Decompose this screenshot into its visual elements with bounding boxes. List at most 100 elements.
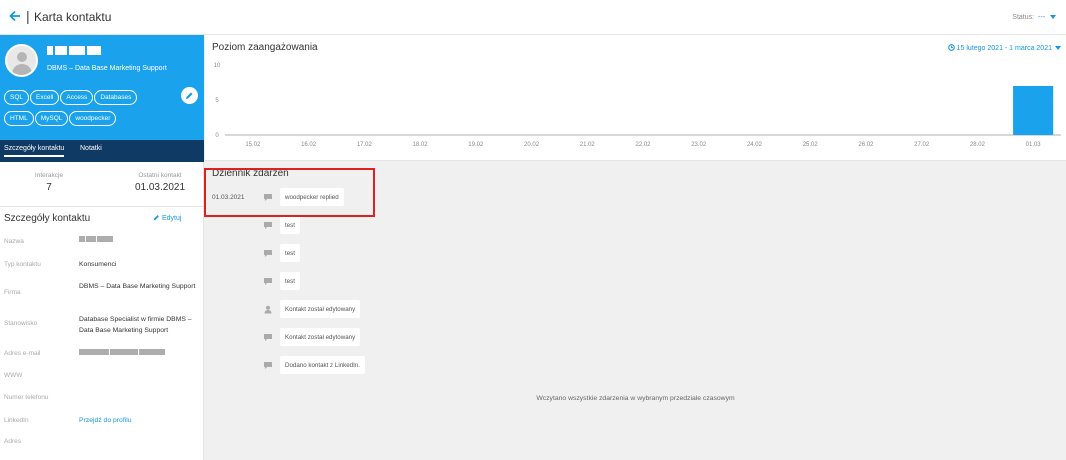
contact-name-redacted <box>47 46 107 56</box>
tab-notes[interactable]: Notatki <box>80 145 102 152</box>
page-title: Karta kontaktu <box>34 10 112 24</box>
detail-key: Nazwa <box>4 238 24 245</box>
comment-icon <box>264 222 272 229</box>
x-tick-label: 01.03 <box>1026 142 1042 148</box>
title-separator: | <box>26 8 30 24</box>
x-tick-label: 22.02 <box>635 142 651 148</box>
detail-key: Adres e-mail <box>4 350 41 357</box>
detail-value: DBMS – Data Base Marketing Support <box>79 283 196 290</box>
chart-title: Poziom zaangażowania <box>212 42 318 53</box>
tag: Databases <box>94 90 138 105</box>
x-tick-label: 20.02 <box>524 142 540 148</box>
date-range-label: 15 lutego 2021 - 1 marca 2021 <box>956 45 1052 52</box>
detail-key: Typ kontaktu <box>4 261 41 268</box>
engagement-chart: 0 5 10 15.02 16.02 17.02 18.02 19.02 20.02 21.02 2… <box>214 63 1061 148</box>
avatar-head <box>17 52 27 62</box>
user-icon <box>264 305 272 314</box>
last-contact-label: Ostatni kontakt <box>138 172 182 179</box>
detail-key: WWW <box>4 372 23 379</box>
all-events-loaded-message: Wczytano wszystkie zdarzenia w wybranym … <box>536 395 735 402</box>
edit-tags-button[interactable] <box>181 87 198 104</box>
x-tick-label: 28.02 <box>970 142 986 148</box>
event-row: test <box>205 216 605 236</box>
last-contact-value: 01.03.2021 <box>134 182 186 193</box>
event-text: test <box>280 272 300 290</box>
comment-icon <box>264 278 272 285</box>
linkedin-profile-link[interactable]: Przejdź do profilu <box>79 415 201 426</box>
detail-value-redacted <box>79 348 201 359</box>
details-heading: Szczegóły kontaktu <box>4 213 91 224</box>
contact-stats: Interakcje 7 Ostatni kontakt 01.03.2021 <box>0 162 204 207</box>
y-tick-label: 0 <box>215 133 219 139</box>
comment-icon <box>264 250 272 257</box>
back-arrow-icon[interactable] <box>8 9 22 23</box>
y-tick-label: 10 <box>214 63 221 69</box>
tag: MySQL <box>34 111 69 126</box>
contact-company: DBMS – Data Base Marketing Support <box>47 65 167 72</box>
event-row: test <box>205 272 605 292</box>
detail-key: Firma <box>4 289 21 296</box>
detail-value: Konsumenci <box>79 261 117 268</box>
y-tick-label: 5 <box>215 98 219 104</box>
tag: woodpecker <box>69 111 117 126</box>
status-value: --- <box>1038 14 1046 21</box>
x-tick-label: 24.02 <box>747 142 763 148</box>
skill-tags: SQL Excell Access Databases HTML MySQL woodpe… <box>4 90 184 132</box>
x-tick-label: 23.02 <box>691 142 707 148</box>
tag: Access <box>60 90 94 105</box>
x-tick-label: 17.02 <box>357 142 373 148</box>
detail-value: Database Specialist w firmie DBMS – Data… <box>79 316 192 334</box>
x-tick-label: 15.02 <box>245 142 261 148</box>
profile-tabs: Szczegóły kontaktu Notatki <box>0 140 204 162</box>
x-tick-label: 25.02 <box>803 142 819 148</box>
x-tick-label: 19.02 <box>468 142 484 148</box>
event-text: test <box>280 244 300 262</box>
clock-icon <box>947 44 955 51</box>
x-tick-label: 21.02 <box>580 142 596 148</box>
pencil-icon <box>186 92 193 99</box>
highlight-box <box>204 168 375 217</box>
detail-key: LinkedIn <box>4 417 29 424</box>
event-text: Kontakt został edytowany <box>280 328 361 346</box>
comment-icon <box>264 334 272 341</box>
event-row: test <box>205 244 605 264</box>
tag: Excell <box>30 90 60 105</box>
interactions-value: 7 <box>46 182 52 193</box>
chevron-down-icon <box>1055 46 1061 51</box>
interactions-label: Interakcje <box>34 172 64 179</box>
contact-sidebar: DBMS – Data Base Marketing Support SQL Ex… <box>0 35 204 460</box>
chart-bar[interactable] <box>1013 86 1054 135</box>
event-text: Dodano kontakt z LinkedIn. <box>280 356 365 374</box>
date-range-picker[interactable]: 15 lutego 2021 - 1 marca 2021 <box>947 44 1061 52</box>
tab-contact-details[interactable]: Szczegóły kontaktu <box>4 145 65 157</box>
event-row: Kontakt został edytowany <box>205 328 605 348</box>
status-label: Status: <box>1012 14 1035 21</box>
detail-key: Numer telefonu <box>4 394 49 401</box>
engagement-chart-panel: Poziom zaangażowania 15 lutego 2021 - 1 … <box>205 35 1066 161</box>
tag: HTML <box>4 111 34 126</box>
x-tick-label: 27.02 <box>914 142 930 148</box>
x-tick-label: 16.02 <box>301 142 317 148</box>
status-dropdown[interactable]: Status: --- <box>1012 14 1056 21</box>
detail-value-redacted <box>79 235 201 246</box>
event-row: Kontakt został edytowany <box>205 300 605 320</box>
detail-key: Adres <box>4 438 21 445</box>
event-row: Dodano kontakt z LinkedIn. <box>205 356 605 376</box>
top-header: | Karta kontaktu Status: --- <box>0 0 1066 35</box>
x-tick-label: 26.02 <box>858 142 874 148</box>
chevron-down-icon <box>1050 15 1056 20</box>
edit-details-label: Edytuj <box>162 215 182 222</box>
pencil-icon <box>153 215 159 221</box>
interactions-stat: Interakcje 7 <box>24 172 74 193</box>
avatar-body <box>12 64 32 75</box>
edit-details-button[interactable]: Edytuj <box>153 214 181 222</box>
tag: SQL <box>4 90 30 105</box>
comment-icon <box>264 362 272 369</box>
event-text: Kontakt został edytowany <box>280 300 361 318</box>
detail-key: Stanowisko <box>4 320 38 327</box>
avatar <box>5 44 38 77</box>
last-contact-stat: Ostatni kontakt 01.03.2021 <box>120 172 200 193</box>
profile-header: DBMS – Data Base Marketing Support SQL Ex… <box>0 35 204 140</box>
x-tick-label: 18.02 <box>413 142 429 148</box>
event-text: test <box>280 216 300 234</box>
